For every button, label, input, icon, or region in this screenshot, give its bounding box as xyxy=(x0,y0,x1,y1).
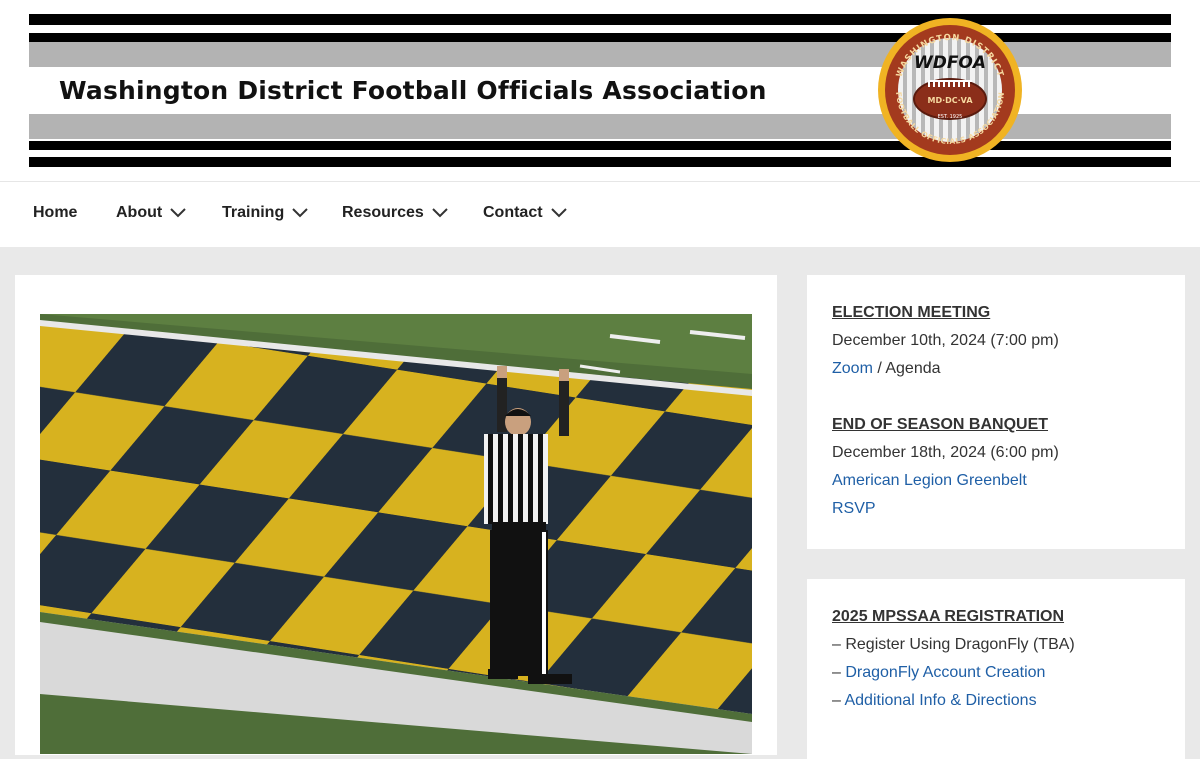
main-content xyxy=(15,275,777,755)
banquet-heading: END OF SEASON BANQUET xyxy=(832,416,1049,433)
site-header: Washington District Football Officials A… xyxy=(0,0,1200,182)
events-widget: ELECTION MEETING December 10th, 2024 (7:… xyxy=(807,275,1185,549)
election-links: Zoom / Agenda xyxy=(832,360,941,378)
link-separator: / xyxy=(872,360,886,377)
site-title[interactable]: Washington District Football Officials A… xyxy=(59,76,767,105)
header-banner[interactable]: Washington District Football Officials A… xyxy=(29,14,1171,167)
hero-image-referee-touchdown xyxy=(40,314,752,754)
additional-info-link[interactable]: Additional Info & Directions xyxy=(844,692,1036,709)
main-nav: Home About Training Resources Contact xyxy=(0,182,1200,247)
chevron-down-icon xyxy=(170,208,186,218)
nav-label: About xyxy=(116,204,163,221)
election-date: December 10th, 2024 (7:00 pm) xyxy=(832,332,1059,349)
nav-item-home[interactable]: Home xyxy=(33,204,77,222)
venue-link[interactable]: American Legion Greenbelt xyxy=(832,472,1027,490)
registration-item: – DragonFly Account Creation xyxy=(832,664,1045,682)
nav-label: Training xyxy=(222,204,285,221)
nav-label: Contact xyxy=(483,204,543,221)
dragonfly-account-link[interactable]: DragonFly Account Creation xyxy=(845,664,1045,681)
chevron-down-icon xyxy=(550,208,567,218)
dragonfly-register-text: Register Using DragonFly (TBA) xyxy=(845,636,1075,653)
zoom-link[interactable]: Zoom xyxy=(832,360,873,377)
nav-item-about[interactable]: About xyxy=(116,204,186,222)
logo-established: EST. 1925 xyxy=(937,114,963,120)
nav-label: Resources xyxy=(342,204,424,221)
field-illustration xyxy=(40,314,752,754)
chevron-down-icon xyxy=(432,208,448,218)
dash: – xyxy=(832,692,845,709)
logo-region: MD·DC·VA xyxy=(927,96,973,105)
banquet-date: December 18th, 2024 (6:00 pm) xyxy=(832,444,1059,461)
nav-item-training[interactable]: Training xyxy=(222,204,308,222)
nav-item-resources[interactable]: Resources xyxy=(342,204,448,222)
dash: – xyxy=(832,664,846,681)
registration-item: – Register Using DragonFly (TBA) xyxy=(832,636,1075,654)
logo-abbr: WDFOA xyxy=(913,53,987,73)
rsvp-link[interactable]: RSVP xyxy=(832,500,876,518)
dash: – xyxy=(832,636,846,653)
wdfoa-logo[interactable]: WASHINGTON DISTRICT FOOTBALL OFFICIALS A… xyxy=(878,18,1022,162)
nav-item-contact[interactable]: Contact xyxy=(483,204,567,222)
agenda-text: Agenda xyxy=(885,360,941,377)
nav-label: Home xyxy=(33,204,78,221)
laces-icon xyxy=(928,80,972,87)
chevron-down-icon xyxy=(292,208,308,218)
registration-widget: 2025 MPSSAA REGISTRATION – Register Usin… xyxy=(807,579,1185,759)
registration-heading: 2025 MPSSAA REGISTRATION xyxy=(832,608,1065,625)
registration-item: – Additional Info & Directions xyxy=(832,692,1037,710)
election-heading: ELECTION MEETING xyxy=(832,304,991,321)
